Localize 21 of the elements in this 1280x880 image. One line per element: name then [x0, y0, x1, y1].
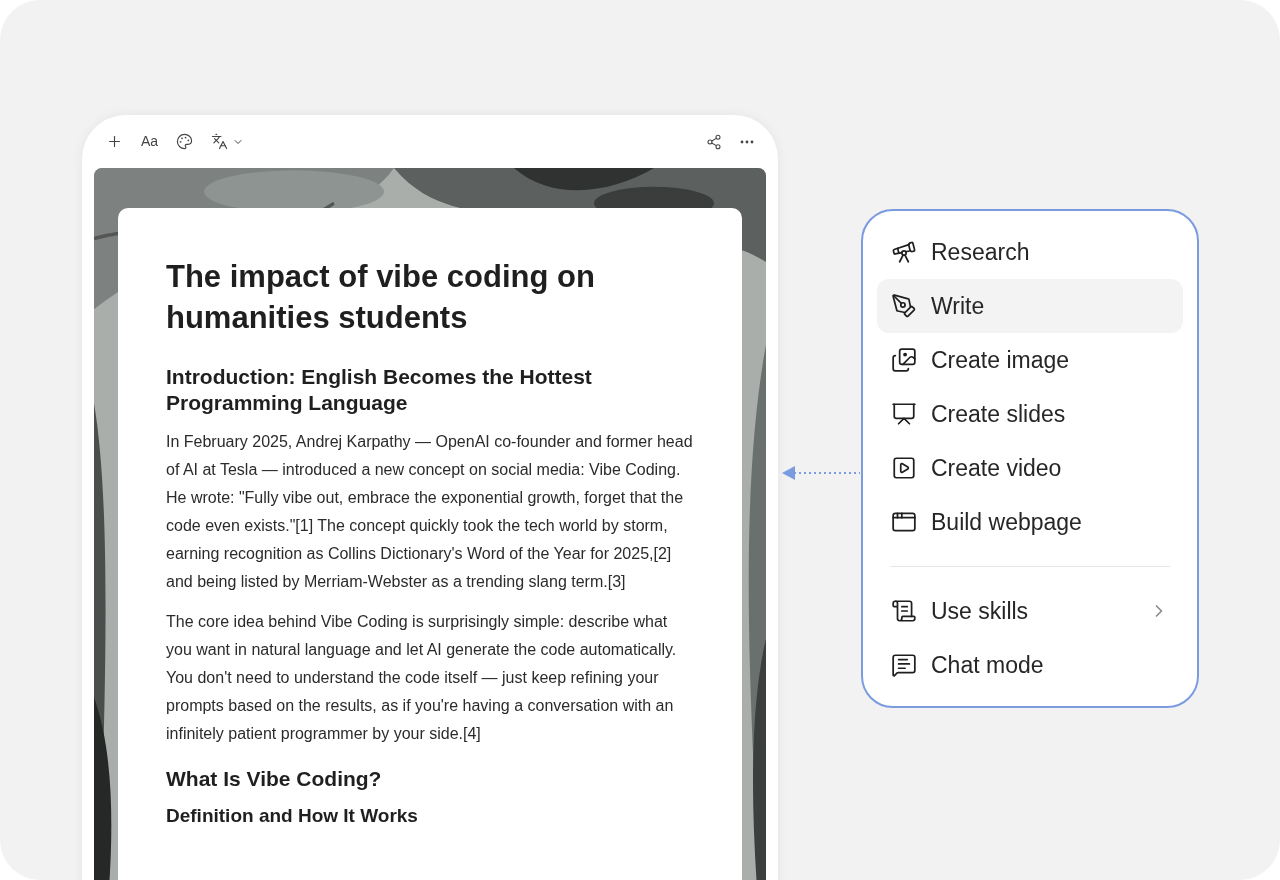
menu-item[interactable]: Write	[877, 279, 1183, 333]
document-title: The impact of vibe coding on humanities students	[166, 258, 596, 337]
section-heading: Introduction: English Becomes the Hottest Programming Language	[166, 364, 593, 416]
section-heading: What Is Vibe Coding?	[166, 766, 383, 792]
scroll-icon	[891, 598, 917, 624]
pen-nib-icon	[891, 293, 917, 319]
browser-window-icon	[891, 509, 917, 535]
more-icon	[740, 139, 754, 144]
play-video-icon	[891, 455, 917, 481]
font-button[interactable]: Aa	[139, 131, 161, 152]
palette-icon	[176, 133, 194, 150]
subsection-heading: Definition and How It Works	[166, 804, 419, 828]
paragraph: In February 2025, Andrej Karpathy — OpenAI co-founder and former head of AI at Tesla — introduced a new concept on social media: Vibe Coding. He wrote: "Fully vibe out, embrace the exponential growth, forget that the code even exists."[1] The concept quickly took the tech world by storm, earning recognition as Collins Dictionary's Word of the Year for 2025,[2] and being listed by Merriam-Webster as a trending slang term.[3]	[166, 432, 694, 592]
paragraph: The core idea behind Vibe Coding is surprisingly simple: describe what you want in natural language and let AI generate the code automatically. You don't need to understand the code itself — just keep refining your prompts based on the results, as if you're having a conversation with an infinitely patient programmer by your side.[4]	[166, 612, 678, 744]
chat-bubble-icon	[891, 652, 917, 678]
telescope-icon	[891, 239, 917, 265]
images-icon	[891, 347, 917, 373]
plus-icon	[106, 133, 123, 150]
share-icon	[706, 133, 722, 150]
translate-icon	[211, 133, 229, 150]
presentation-icon	[891, 401, 917, 427]
